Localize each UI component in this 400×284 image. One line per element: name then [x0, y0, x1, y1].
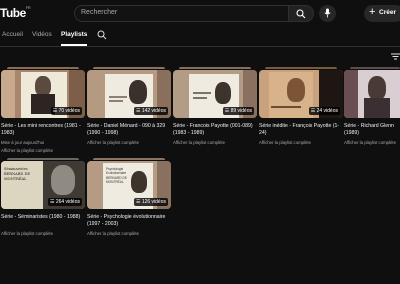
- view-full-playlist-link[interactable]: Afficher la playlist complète: [344, 140, 396, 145]
- video-count-badge: ☰ 142 vidéos: [133, 107, 168, 115]
- playlist-thumbnail[interactable]: Psychologie Evolutionnaire BERNARD DE MO…: [87, 161, 171, 209]
- playlist-stack: [7, 67, 79, 69]
- search-icon: [296, 9, 306, 19]
- playlist-stack: [7, 158, 79, 160]
- playlist-updated: Mise à jour aujourd'hui: [1, 140, 45, 145]
- playlist-thumbnail[interactable]: ☰ 24 vidéos: [259, 70, 343, 118]
- plus-icon: +: [369, 6, 376, 18]
- search-placeholder: Rechercher: [81, 9, 118, 16]
- playlist-title[interactable]: Série - Daniel Ménard - 090 à 329 (1990 …: [87, 123, 171, 137]
- view-full-playlist-link[interactable]: Afficher la playlist complète: [259, 140, 311, 145]
- video-count-badge: ☰ 24 vidéos: [308, 107, 340, 115]
- video-count-badge: ☰ 89 vidéos: [222, 107, 254, 115]
- tab-home[interactable]: Accueil: [2, 31, 23, 38]
- playlist-thumbnail[interactable]: Séminaristes BERNARD DE MONTRÉAL ☰ 264 v…: [1, 161, 85, 209]
- microphone-icon: [324, 8, 331, 18]
- view-full-playlist-link[interactable]: Afficher la playlist complète: [87, 140, 139, 145]
- video-count-badge: ☰ 70 vidéos: [50, 107, 82, 115]
- tabs-divider: [0, 46, 400, 47]
- playlist-title[interactable]: Série - Séminaristes (1980 - 1988): [1, 214, 85, 221]
- playlist-stack: [93, 158, 165, 160]
- video-count-badge: ☰ 264 vidéos: [47, 198, 82, 206]
- playlist-title[interactable]: Série - Psychologie évolutionnaire (1997…: [87, 214, 171, 228]
- video-count-badge: ☰ 126 vidéos: [133, 198, 168, 206]
- playlist-thumbnail[interactable]: ☰ 142 vidéos: [87, 70, 171, 118]
- tab-videos[interactable]: Vidéos: [32, 31, 52, 38]
- channel-tabs: Accueil Vidéos Playlists: [0, 28, 400, 46]
- playlist-title[interactable]: Série inédite - François Payotte (1-24): [259, 123, 343, 137]
- voice-search-button[interactable]: [319, 5, 336, 22]
- sort-icon[interactable]: [391, 53, 400, 60]
- playlist-thumbnail[interactable]: ☰ 89 vidéos: [173, 70, 257, 118]
- channel-search-icon[interactable]: [97, 30, 107, 40]
- thumbnail-caption: Séminaristes BERNARD DE MONTRÉAL: [4, 167, 30, 181]
- playlist-thumbnail[interactable]: [344, 70, 400, 118]
- top-bar: TubeFR Rechercher + Créer: [0, 0, 400, 28]
- view-full-playlist-link[interactable]: Afficher la playlist complète: [1, 231, 53, 236]
- playlist-stack: [265, 67, 337, 69]
- playlist-stack: [93, 67, 165, 69]
- tab-playlists[interactable]: Playlists: [61, 31, 87, 38]
- playlist-title[interactable]: Série - Richard Glenn (1989): [344, 123, 400, 137]
- playlist-stack: [350, 67, 400, 69]
- thumbnail-caption: Psychologie Evolutionnaire BERNARD DE MO…: [106, 167, 127, 185]
- search-input[interactable]: Rechercher: [74, 5, 288, 22]
- youtube-logo[interactable]: TubeFR: [0, 5, 31, 20]
- playlist-thumbnail[interactable]: ☰ 70 vidéos: [1, 70, 85, 118]
- view-full-playlist-link[interactable]: Afficher la playlist complète: [173, 140, 225, 145]
- create-button[interactable]: + Créer: [364, 5, 400, 22]
- search-button[interactable]: [288, 5, 314, 22]
- playlist-title[interactable]: Série - Francois Payotte (001-089) (1983…: [173, 123, 257, 137]
- playlist-stack: [179, 67, 251, 69]
- view-full-playlist-link[interactable]: Afficher la playlist complète: [1, 148, 53, 153]
- playlist-title[interactable]: Série - Les mini rencontres (1981 - 1983…: [1, 123, 85, 137]
- view-full-playlist-link[interactable]: Afficher la playlist complète: [87, 231, 139, 236]
